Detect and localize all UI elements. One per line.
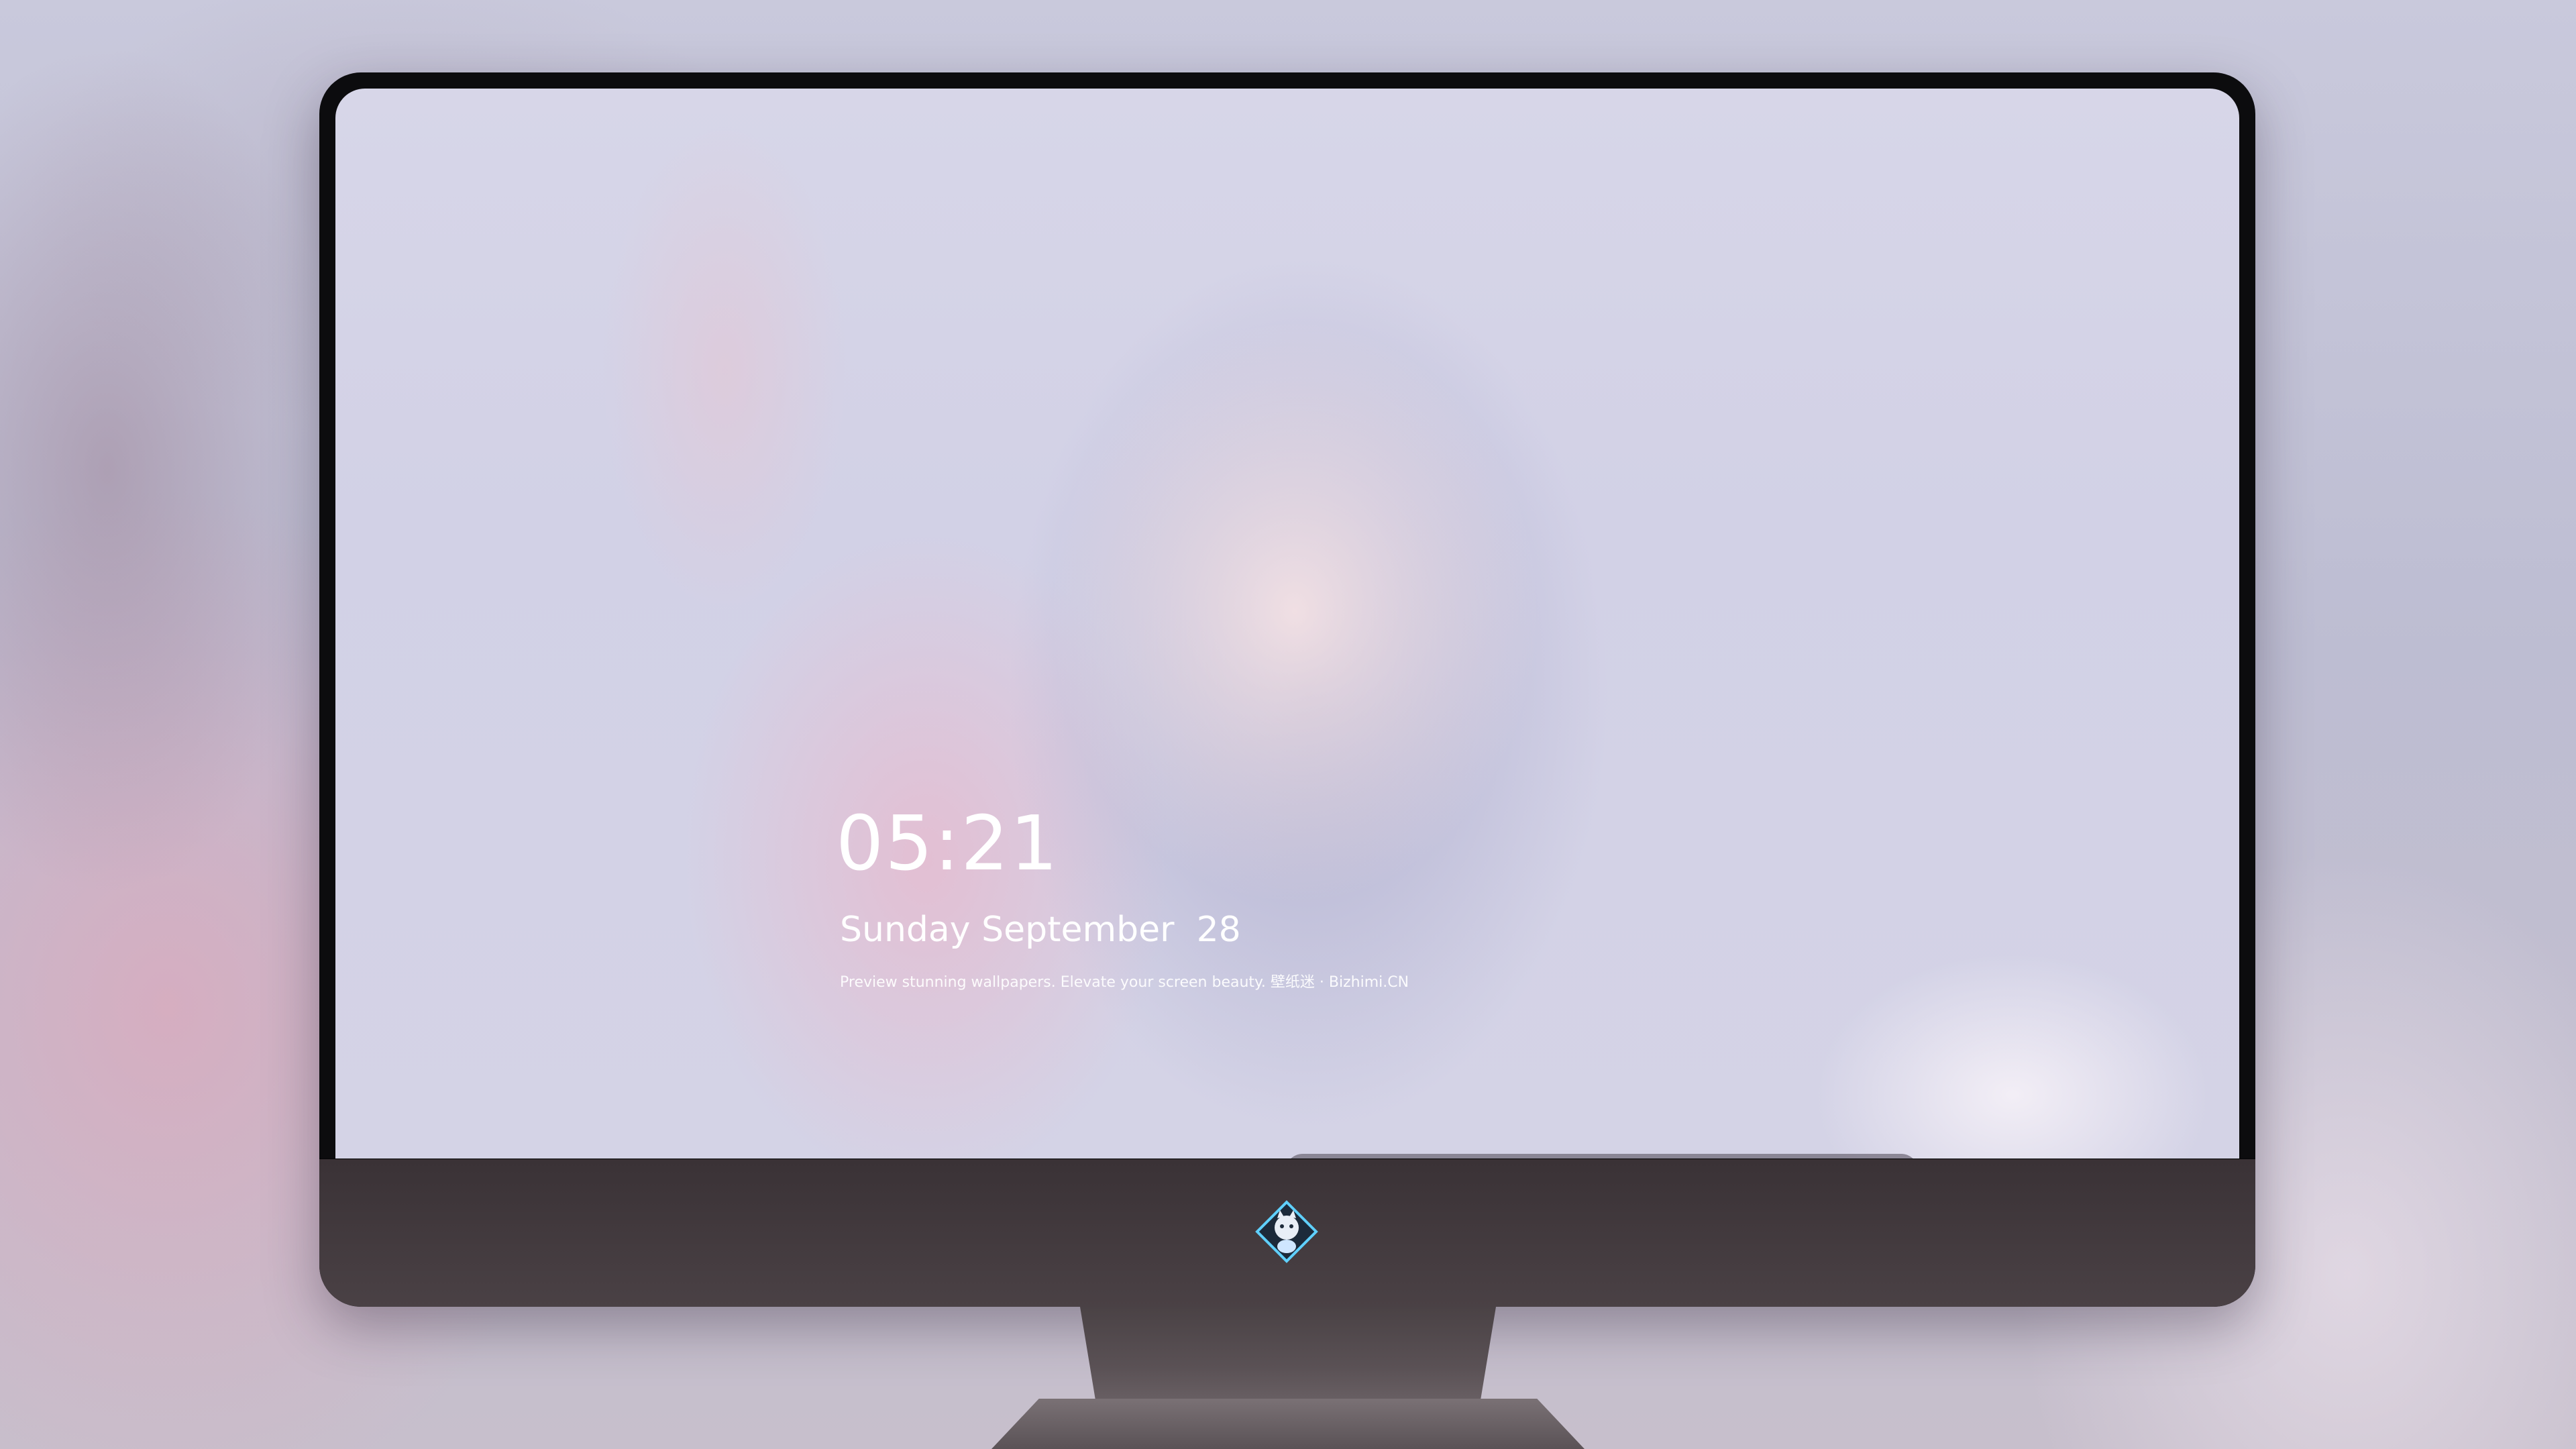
monitor-chin xyxy=(319,1159,2255,1307)
mascot-logo-icon xyxy=(1255,1200,1318,1263)
monitor: 05:21 Sunday September 28 Preview stunni… xyxy=(319,72,2255,1307)
dock xyxy=(1285,1154,1919,1159)
lockscreen-clock: 05:21 xyxy=(836,800,1059,888)
monitor-stand-base xyxy=(991,1399,1585,1449)
lockscreen-date: Sunday September 28 xyxy=(840,910,1241,950)
desktop-screen: 05:21 Sunday September 28 Preview stunni… xyxy=(335,89,2239,1159)
wallpaper-tagline: Preview stunning wallpapers. Elevate you… xyxy=(840,974,1409,991)
monitor-stand-neck xyxy=(1080,1307,1496,1407)
